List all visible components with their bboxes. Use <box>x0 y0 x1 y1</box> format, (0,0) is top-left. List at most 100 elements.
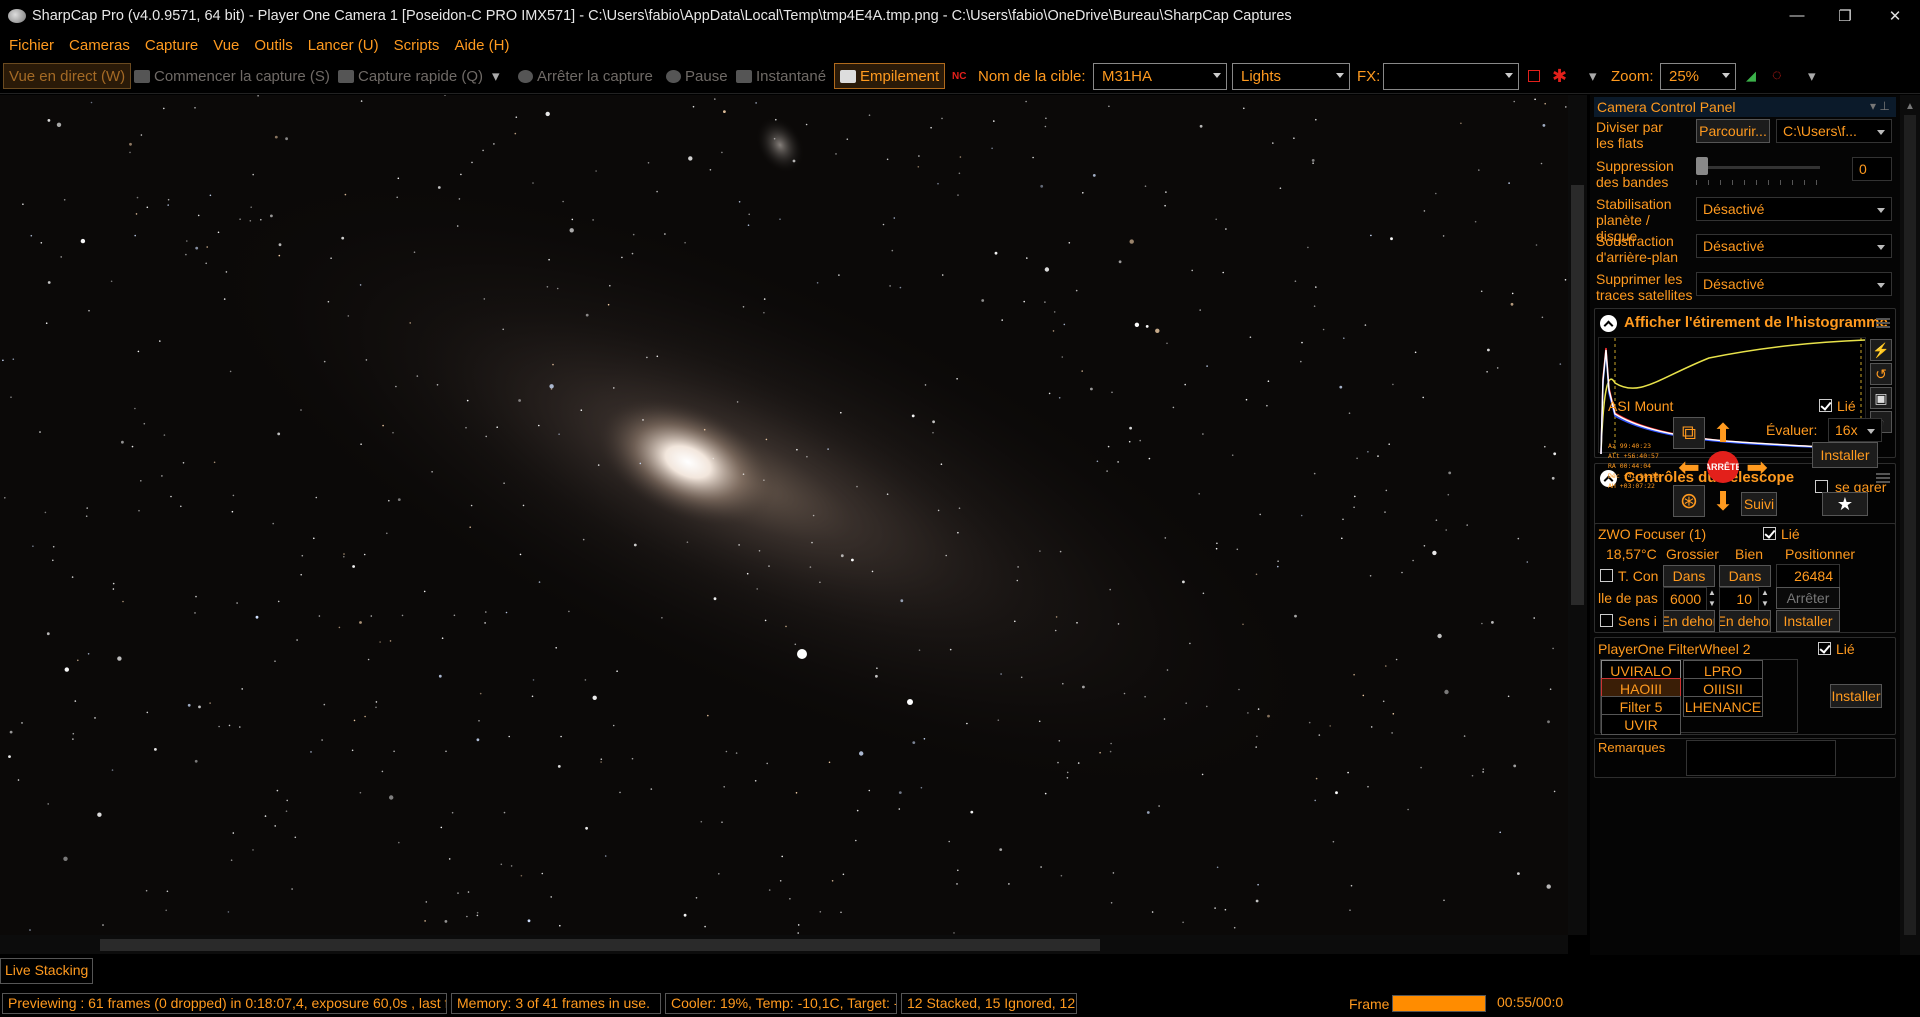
star <box>1353 673 1355 676</box>
focuser-setup-button[interactable]: Installer <box>1776 610 1840 632</box>
fine-in-button[interactable]: Dans <box>1719 565 1771 587</box>
coarse-out-button[interactable]: En dehor <box>1663 610 1715 632</box>
star <box>351 749 354 752</box>
star <box>1257 708 1260 710</box>
stop-capture-button[interactable]: Arrêter la capture <box>518 63 653 89</box>
star <box>692 105 695 108</box>
arrow-left-icon[interactable]: ⬅ <box>1673 451 1705 483</box>
horizontal-scroll-thumb[interactable] <box>100 939 1100 951</box>
stacking-button[interactable]: Empilement <box>834 63 946 89</box>
coarse-in-button[interactable]: Dans <box>1663 565 1715 587</box>
coarse-step-spinner[interactable]: ▲ ▼ <box>1708 587 1718 609</box>
star <box>1510 302 1514 306</box>
star <box>1060 874 1063 877</box>
star <box>370 615 373 617</box>
histogram-mini-icon[interactable]: ◢ <box>1746 63 1756 89</box>
star-icon[interactable]: ★ <box>1822 492 1868 516</box>
position-input[interactable]: 26484 <box>1776 564 1840 588</box>
rate-dropdown[interactable]: 16x <box>1828 418 1882 442</box>
star <box>1017 566 1019 568</box>
star <box>859 751 864 756</box>
filter-slot-7[interactable]: UVIR <box>1601 714 1681 735</box>
overlay-dropdown[interactable]: ▾ <box>1589 63 1597 89</box>
menu-scripts[interactable]: Scripts <box>394 37 440 54</box>
star <box>661 617 663 619</box>
arrow-up-icon[interactable]: ⬆ <box>1707 417 1739 449</box>
live-view-button[interactable]: Vue en direct (W) <box>3 63 132 89</box>
start-capture-button[interactable]: Commencer la capture (S) <box>134 63 330 89</box>
panel-scrollbar[interactable]: ▲ <box>1900 95 1920 955</box>
tools-dropdown[interactable]: ▾ <box>1808 63 1816 89</box>
star <box>1507 695 1510 698</box>
image-viewport[interactable] <box>0 95 1568 935</box>
star <box>684 241 686 244</box>
star <box>775 118 777 121</box>
reverse-checkbox[interactable] <box>1600 614 1613 627</box>
star <box>871 570 874 573</box>
arrow-right-icon[interactable]: ➡ <box>1741 451 1773 483</box>
filterwheel-setup-button[interactable]: Installer <box>1830 684 1882 708</box>
minimize-button[interactable]: — <box>1772 0 1822 31</box>
menu-file[interactable]: Fichier <box>9 37 54 54</box>
coarse-step-input[interactable]: 6000 <box>1663 587 1707 611</box>
tcomp-checkbox[interactable] <box>1600 569 1613 582</box>
vertical-scroll-thumb[interactable] <box>1571 185 1584 605</box>
notes-input[interactable] <box>1686 740 1836 776</box>
menu-help[interactable]: Aide (H) <box>454 37 509 54</box>
fine-step-input[interactable]: 10 <box>1719 587 1759 611</box>
focuser-stop-button[interactable]: Arrêter <box>1776 587 1840 609</box>
star <box>451 811 454 814</box>
filter-slot-6[interactable]: LHENANCE <box>1683 696 1763 717</box>
quick-capture-button[interactable]: Capture rapide (Q) <box>338 63 483 89</box>
live-stacking-tab[interactable]: Live Stacking <box>0 958 94 984</box>
star <box>898 791 902 794</box>
star <box>1092 174 1096 177</box>
close-button[interactable]: ✕ <box>1870 0 1920 31</box>
menu-launch[interactable]: Lancer (U) <box>308 37 379 54</box>
fine-step-spinner[interactable]: ▲ ▼ <box>1761 587 1771 609</box>
zoom-combo[interactable]: 25% <box>1660 63 1736 90</box>
star <box>604 855 607 857</box>
star <box>735 752 738 754</box>
menu-view[interactable]: Vue <box>213 37 239 54</box>
star <box>1294 280 1297 282</box>
camera-icon <box>338 69 354 83</box>
menu-cameras[interactable]: Cameras <box>69 37 130 54</box>
star <box>1053 311 1056 313</box>
viewport-horizontal-scrollbar[interactable] <box>0 935 1568 954</box>
star <box>1082 192 1084 194</box>
frame-type-combo[interactable]: Lights <box>1232 63 1350 90</box>
star <box>277 600 280 603</box>
pause-button[interactable]: Pause <box>666 63 728 89</box>
star <box>937 182 939 185</box>
stop-mount-button[interactable]: ARRÊTE <box>1707 451 1739 483</box>
tracking-button[interactable]: Suivi <box>1741 492 1777 516</box>
goto-home-icon[interactable]: ⧉ <box>1673 417 1705 449</box>
fx-combo[interactable] <box>1383 63 1519 90</box>
star <box>1117 461 1119 463</box>
star <box>453 614 456 617</box>
scroll-up-icon[interactable]: ▲ <box>1905 101 1915 112</box>
menu-capture[interactable]: Capture <box>145 37 198 54</box>
roi-icon[interactable] <box>1528 70 1540 82</box>
snapshot-button[interactable]: Instantané <box>736 63 826 89</box>
filterwheel-linked-checkbox[interactable] <box>1818 642 1831 655</box>
filter-grid: UVIRALO LPRO HAOIII OIIISII Filter 5 LHE… <box>1600 659 1798 735</box>
mount-linked-checkbox[interactable] <box>1819 399 1832 412</box>
focuser-linked-checkbox[interactable] <box>1763 527 1776 540</box>
maximize-button[interactable]: ❐ <box>1820 0 1870 31</box>
star <box>274 135 278 139</box>
fine-out-button[interactable]: En dehor <box>1719 610 1771 632</box>
viewport-vertical-scrollbar[interactable] <box>1568 95 1587 935</box>
star <box>1025 100 1027 103</box>
tracking-target-icon[interactable]: ⊛ <box>1673 485 1705 517</box>
quick-capture-dropdown[interactable]: ▾ <box>492 63 500 89</box>
reticle-icon[interactable]: ✱ <box>1552 63 1567 89</box>
arrow-down-icon[interactable]: ⬇ <box>1707 485 1739 517</box>
target-name-combo[interactable]: M31HA <box>1093 63 1227 90</box>
star <box>398 841 400 844</box>
timer-icon[interactable]: ◌ <box>1772 63 1782 89</box>
panel-scroll-thumb[interactable] <box>1904 115 1916 935</box>
menu-tools[interactable]: Outils <box>254 37 292 54</box>
mount-setup-button[interactable]: Installer <box>1812 442 1878 468</box>
